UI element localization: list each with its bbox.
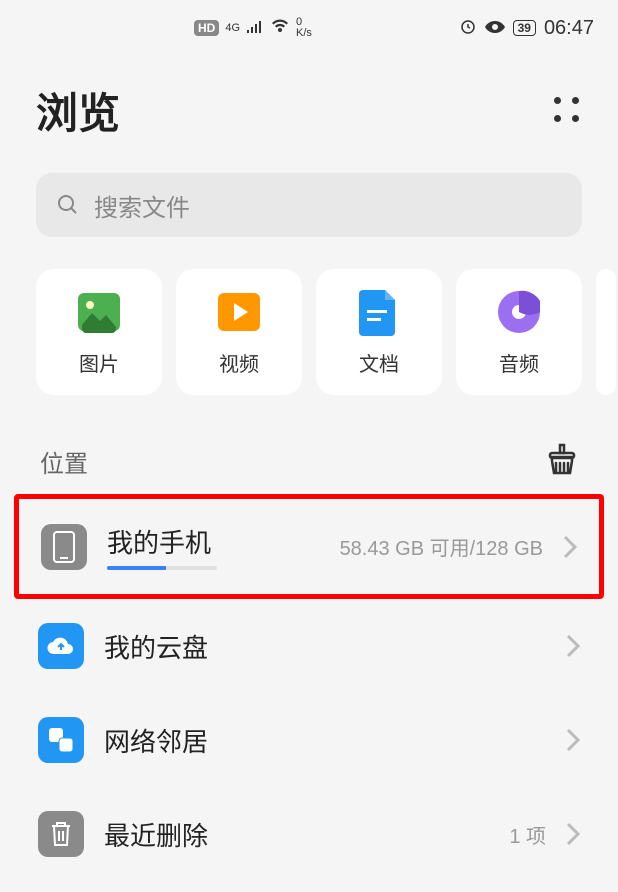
cleanup-button[interactable] bbox=[546, 443, 578, 480]
category-label: 图片 bbox=[79, 348, 119, 377]
eye-icon bbox=[485, 18, 505, 39]
item-title: 我的手机 bbox=[107, 523, 320, 560]
page-title: 浏览 bbox=[36, 80, 120, 141]
list-item-cloud[interactable]: 我的云盘 bbox=[16, 599, 602, 693]
item-content: 最近删除 bbox=[104, 816, 489, 853]
alarm-icon bbox=[459, 17, 477, 40]
section-header: 位置 bbox=[0, 415, 618, 494]
status-bar: HD 4G 0 K/s 39 06:47 bbox=[0, 0, 618, 56]
item-title: 我的云盘 bbox=[104, 628, 546, 665]
category-label: 文档 bbox=[359, 348, 399, 377]
category-label: 视频 bbox=[219, 348, 259, 377]
more-menu-button[interactable] bbox=[554, 97, 582, 125]
phone-icon bbox=[41, 524, 87, 570]
storage-progress bbox=[107, 566, 217, 570]
signal-icon bbox=[246, 18, 264, 39]
chevron-right-icon bbox=[563, 535, 577, 559]
list-item-my-phone[interactable]: 我的手机 58.43 GB 可用/128 GB bbox=[19, 499, 599, 594]
search-placeholder: 搜索文件 bbox=[94, 188, 190, 223]
item-count: 1 项 bbox=[509, 820, 546, 849]
category-videos[interactable]: 视频 bbox=[176, 269, 302, 395]
section-title: 位置 bbox=[40, 444, 88, 479]
chevron-right-icon bbox=[566, 822, 580, 846]
category-label: 音频 bbox=[499, 348, 539, 377]
chevron-right-icon bbox=[566, 728, 580, 752]
cloud-icon bbox=[38, 623, 84, 669]
search-icon bbox=[56, 193, 80, 217]
document-icon bbox=[355, 288, 403, 336]
item-title: 网络邻居 bbox=[104, 722, 546, 759]
signal-4g: 4G bbox=[225, 23, 240, 34]
wifi-icon bbox=[270, 18, 290, 39]
category-documents[interactable]: 文档 bbox=[316, 269, 442, 395]
location-list: 我的手机 58.43 GB 可用/128 GB 我的云盘 网络邻居 bbox=[0, 494, 618, 881]
status-right: 39 06:47 bbox=[459, 17, 594, 40]
network-icon bbox=[38, 717, 84, 763]
item-content: 我的手机 bbox=[107, 523, 320, 570]
item-content: 网络邻居 bbox=[104, 722, 546, 759]
search-input[interactable]: 搜索文件 bbox=[36, 173, 582, 237]
clock: 06:47 bbox=[544, 17, 594, 40]
status-left: HD 4G 0 K/s bbox=[24, 17, 312, 39]
audio-icon bbox=[495, 288, 543, 336]
network-speed: 0 K/s bbox=[296, 17, 312, 39]
highlight-annotation: 我的手机 58.43 GB 可用/128 GB bbox=[14, 494, 604, 599]
page-header: 浏览 bbox=[0, 56, 618, 161]
item-title: 最近删除 bbox=[104, 816, 489, 853]
category-images[interactable]: 图片 bbox=[36, 269, 162, 395]
storage-detail: 58.43 GB 可用/128 GB bbox=[340, 532, 543, 561]
battery-indicator: 39 bbox=[513, 20, 536, 36]
video-icon bbox=[215, 288, 263, 336]
trash-icon bbox=[38, 811, 84, 857]
category-more[interactable] bbox=[596, 269, 616, 395]
category-audio[interactable]: 音频 bbox=[456, 269, 582, 395]
chevron-right-icon bbox=[566, 634, 580, 658]
hd-badge: HD bbox=[194, 20, 219, 36]
category-row: 图片 视频 文档 音频 bbox=[0, 249, 618, 415]
image-icon bbox=[75, 288, 123, 336]
list-item-recent-delete[interactable]: 最近删除 1 项 bbox=[16, 787, 602, 881]
item-content: 我的云盘 bbox=[104, 628, 546, 665]
list-item-network[interactable]: 网络邻居 bbox=[16, 693, 602, 787]
